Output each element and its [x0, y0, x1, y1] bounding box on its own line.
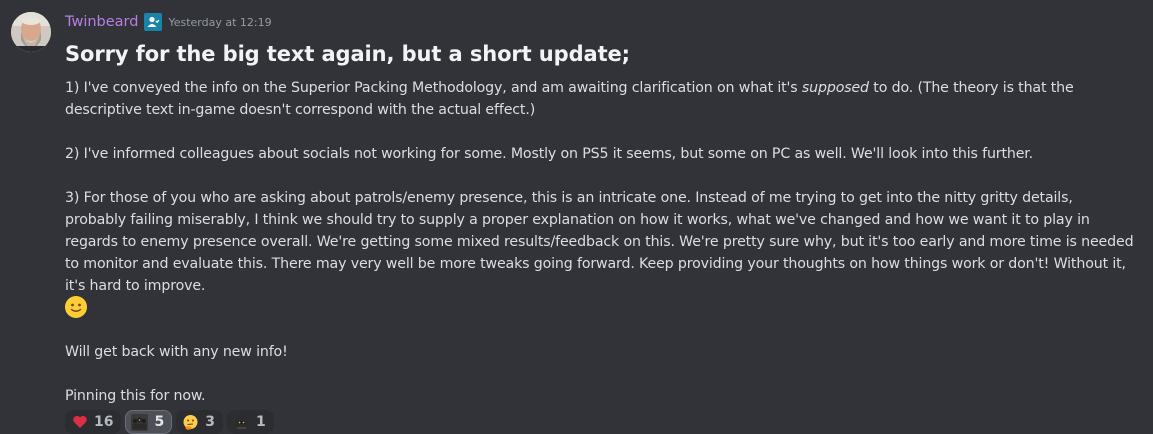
message-title: Sorry for the big text again, but a shor… — [65, 42, 630, 66]
paragraph-1: 1) I've conveyed the info on the Superio… — [65, 77, 1137, 121]
avatar[interactable] — [11, 12, 51, 52]
reaction-count: 16 — [94, 414, 114, 430]
reaction-heart[interactable]: 16 — [65, 410, 122, 434]
message: Twinbeard Yesterday at 12:19 Sorry for t… — [0, 0, 1153, 434]
reaction-count: 1 — [255, 414, 266, 430]
reaction-count: 5 — [154, 414, 165, 430]
helmet-emoji-icon — [233, 414, 250, 431]
reaction-count: 3 — [205, 414, 215, 430]
paragraph-2: 2) I've informed colleagues about social… — [65, 146, 1034, 162]
reaction-thinking[interactable]: 3 — [176, 410, 223, 434]
team-emoji-icon — [131, 413, 149, 431]
message-header: Twinbeard Yesterday at 12:19 — [65, 12, 1137, 32]
paragraph-1-text: 1) I've conveyed the info on the Superio… — [65, 80, 802, 96]
role-icon[interactable] — [144, 13, 163, 31]
reaction-team-emoji[interactable]: 5 — [125, 410, 173, 434]
paragraph-4: Will get back with any new info! — [65, 344, 288, 360]
paragraph-3: 3) For those of you who are asking about… — [65, 187, 1137, 319]
thinking-face-icon — [182, 414, 199, 431]
slightly-smiling-face-icon[interactable] — [65, 296, 87, 318]
username[interactable]: Twinbeard — [65, 14, 138, 30]
reaction-helmet[interactable]: 1 — [226, 410, 274, 434]
reactions: 16 5 3 1 — [65, 410, 1137, 434]
paragraph-1-emphasis: supposed — [801, 80, 869, 96]
paragraph-3-text: 3) For those of you who are asking about… — [65, 190, 1134, 294]
paragraph-5: Pinning this for now. — [65, 388, 206, 404]
timestamp: Yesterday at 12:19 — [168, 15, 272, 29]
heart-icon — [71, 414, 88, 431]
